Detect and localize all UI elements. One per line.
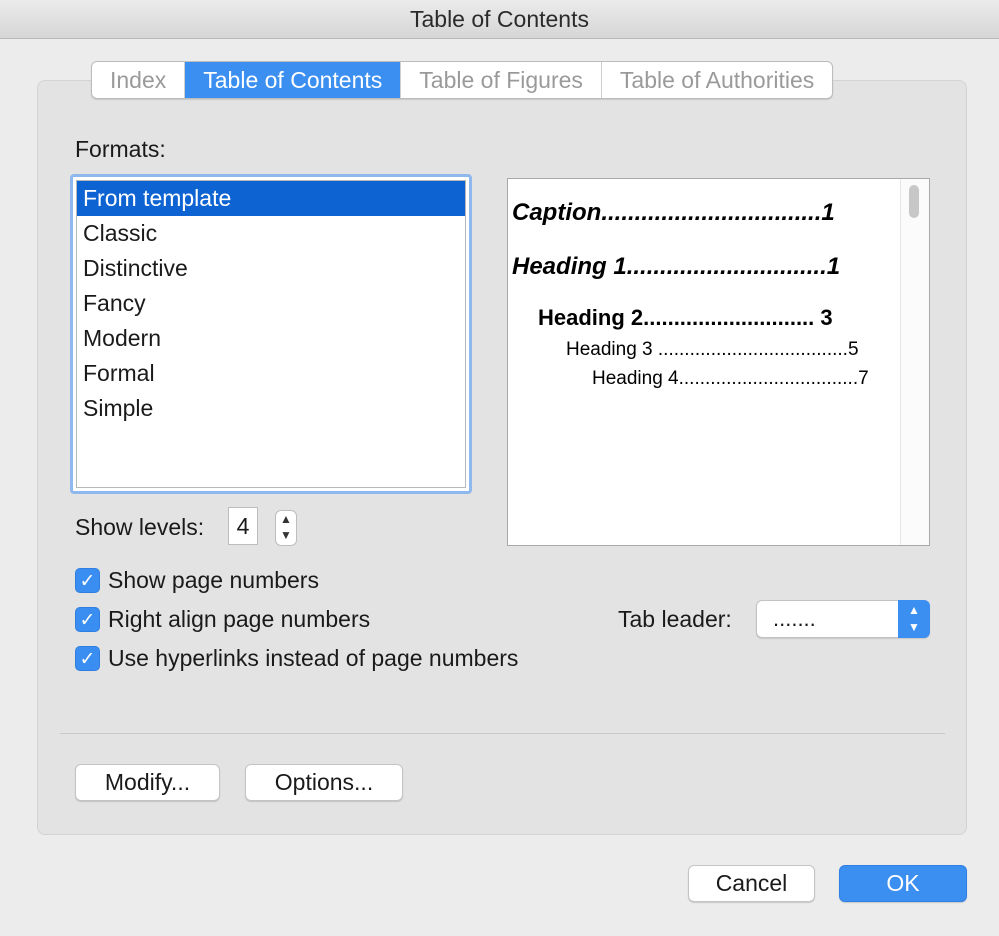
format-item-modern[interactable]: Modern — [77, 321, 465, 356]
preview-scrollbar[interactable] — [900, 179, 929, 545]
tab-leader-label: Tab leader: — [618, 606, 732, 632]
checkmark-icon: ✓ — [79, 649, 96, 670]
modify-button[interactable]: Modify... — [75, 764, 220, 801]
format-item-classic[interactable]: Classic — [77, 216, 465, 251]
show-levels-label: Show levels: — [75, 514, 205, 540]
window-title: Table of Contents — [0, 0, 999, 39]
preview-heading3-line: Heading 3 ..............................… — [566, 339, 859, 360]
right-align-label: Right align page numbers — [108, 606, 371, 632]
tab-table-of-contents[interactable]: Table of Contents — [185, 62, 402, 98]
hyperlinks-checkbox[interactable]: ✓ — [75, 646, 100, 671]
show-levels-field[interactable]: 4 — [228, 507, 258, 545]
show-page-numbers-label: Show page numbers — [108, 567, 319, 593]
ok-button[interactable]: OK — [839, 865, 967, 902]
format-item-distinctive[interactable]: Distinctive — [77, 251, 465, 286]
tab-table-of-figures[interactable]: Table of Figures — [401, 62, 602, 98]
preview-heading2-line: Heading 2............................ 3 — [538, 305, 833, 330]
formats-list[interactable]: From template Classic Distinctive Fancy … — [70, 174, 472, 494]
format-item-formal[interactable]: Formal — [77, 356, 465, 391]
format-item-simple[interactable]: Simple — [77, 391, 465, 426]
cancel-button[interactable]: Cancel — [688, 865, 815, 902]
options-button[interactable]: Options... — [245, 764, 403, 801]
tab-bar: Index Table of Contents Table of Figures… — [91, 61, 834, 99]
toc-preview: Caption.................................… — [507, 178, 930, 546]
preview-heading1-line: Heading 1..............................1 — [512, 253, 841, 280]
tab-leader-value: ....... — [773, 606, 816, 631]
checkmark-icon: ✓ — [79, 610, 96, 631]
chevron-up-icon[interactable]: ▲ — [276, 511, 296, 527]
updown-chevron-icon: ▲ ▼ — [898, 600, 930, 638]
scrollbar-thumb[interactable] — [909, 185, 919, 218]
checkmark-icon: ✓ — [79, 571, 96, 592]
format-item-fancy[interactable]: Fancy — [77, 286, 465, 321]
formats-label: Formats: — [75, 136, 166, 162]
section-divider — [60, 733, 945, 734]
tab-index[interactable]: Index — [92, 62, 186, 98]
hyperlinks-label: Use hyperlinks instead of page numbers — [108, 645, 519, 671]
chevron-down-icon[interactable]: ▼ — [276, 527, 296, 543]
tab-leader-select[interactable]: ....... ▲ ▼ — [756, 600, 930, 638]
tab-table-of-authorities[interactable]: Table of Authorities — [602, 62, 832, 98]
preview-heading4-line: Heading 4...............................… — [592, 368, 869, 389]
format-item-from-template[interactable]: From template — [77, 181, 465, 216]
show-page-numbers-checkbox[interactable]: ✓ — [75, 568, 100, 593]
right-align-checkbox[interactable]: ✓ — [75, 607, 100, 632]
preview-caption-line: Caption.................................… — [512, 199, 835, 226]
show-levels-stepper[interactable]: ▲ ▼ — [275, 510, 297, 546]
